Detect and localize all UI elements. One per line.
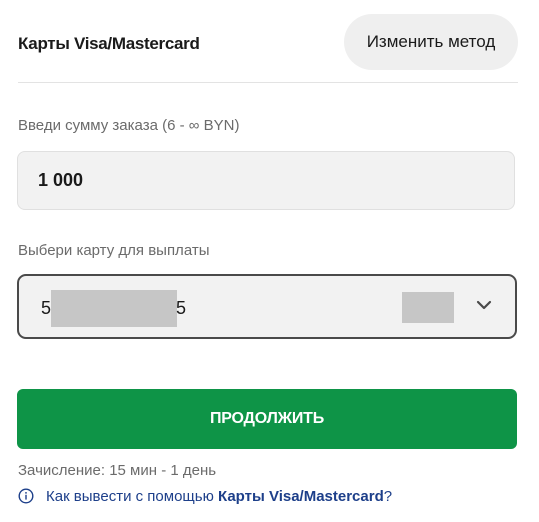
help-link-method[interactable]: Карты Visa/Mastercard [218, 488, 384, 505]
amount-label: Введи сумму заказа (6 - ∞ BYN) [18, 117, 240, 134]
chevron-down-icon[interactable] [474, 295, 494, 315]
card-brand-redacted [402, 292, 454, 323]
continue-button[interactable]: ПРОДОЛЖИТЬ [17, 389, 517, 449]
payment-method-title: Карты Visa/Mastercard [18, 34, 200, 53]
amount-input[interactable] [17, 151, 515, 210]
help-link-prefix: Как вывести с помощью [46, 487, 218, 505]
card-number-suffix: 5 [176, 298, 187, 318]
card-select[interactable]: 5 5 [17, 274, 517, 339]
info-icon [18, 488, 34, 504]
change-method-button[interactable]: Изменить метод [344, 14, 518, 70]
card-number-prefix: 5 [41, 298, 52, 318]
help-link-suffix: ? [383, 487, 393, 505]
credit-time-info: Зачисление: 15 мин - 1 день [18, 462, 217, 479]
help-link[interactable]: Как вывести с помощью Карты Visa/Masterc… [18, 486, 392, 506]
header-divider [18, 82, 518, 83]
payment-method-header: Карты Visa/Mastercard Изменить метод [18, 14, 518, 72]
card-select-label: Выбери карту для выплаты [18, 242, 210, 259]
card-number-redacted [51, 290, 177, 327]
